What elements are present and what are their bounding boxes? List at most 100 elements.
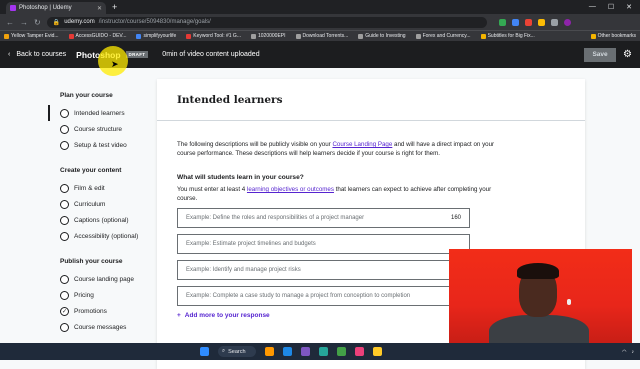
learning-objective-input[interactable]: Example: Complete a case study to manage… [177,286,470,306]
presenter-hair [517,263,559,279]
sidebar-item-label: Promotions [74,307,107,315]
bookmark-favicon-icon [358,33,364,39]
close-window-icon[interactable]: ✕ [626,3,632,11]
sidebar-item[interactable]: ✓ Promotions [48,303,148,319]
sidebar-item[interactable]: Accessibility (optional) [48,228,148,244]
circle-icon [60,322,69,332]
browser-tab-bar: Photoshop | Udemy ✕ + — ☐ ✕ [0,0,640,14]
extension-icon[interactable] [498,18,506,26]
input-placeholder: Example: Identify and manage project ris… [186,267,301,273]
profile-avatar-icon[interactable] [563,18,571,26]
sidebar-item[interactable]: Pricing [48,287,148,303]
learning-objectives-link[interactable]: learning objectives or outcomes [247,186,334,193]
folder-icon [590,33,596,39]
url-input[interactable]: 🔒 udemy.com/instructor/course/5094830/ma… [46,16,487,28]
bookmark-item[interactable]: AccessGUIDO - DEV... [68,33,126,39]
sidebar-item[interactable]: Course messages [48,319,148,335]
taskbar-app-icon[interactable] [282,347,292,356]
extension-icon[interactable] [511,18,519,26]
learning-objective-input[interactable]: Example: Identify and manage project ris… [177,260,470,280]
maximize-icon[interactable]: ☐ [608,3,614,11]
learning-objective-input[interactable]: Example: Estimate project timelines and … [177,234,470,254]
sidebar-item[interactable]: Course landing page [48,271,148,287]
system-tray: ◠ ♪ [622,349,634,355]
sidebar-section: Publish your course Course landing page Pr… [48,258,148,335]
back-to-courses-link[interactable]: ‹ Back to courses [8,51,66,58]
reload-icon[interactable]: ↻ [34,18,41,27]
sidebar-item-label: Curriculum [74,200,106,208]
draft-badge: DRAFT [125,51,149,58]
new-tab-icon[interactable]: + [112,2,117,12]
sidebar-section-title: Create your content [60,167,122,174]
bookmark-item[interactable]: 1020000EPI [250,33,286,39]
sidebar-section-title: Publish your course [60,258,123,265]
learning-objective-input[interactable]: Example: Define the roles and responsibi… [177,208,470,228]
bookmark-item[interactable]: Guide to Investing [358,33,406,39]
sidebar-item[interactable]: Setup & test video [48,137,148,153]
taskbar-app-icon[interactable] [336,347,346,356]
bookmark-item[interactable]: Keyword Tool: #1 G... [186,33,241,39]
forward-arrow-icon[interactable]: → [20,18,28,27]
bookmark-favicon-icon [250,33,256,39]
window-controls: — ☐ ✕ [589,3,640,11]
sidebar-section: Create your content Film & edit Curriculum… [48,167,148,244]
bookmark-item[interactable]: simplifyyourlife [136,33,176,39]
taskbar-search[interactable]: ⌕ Search [218,346,256,357]
extension-icon[interactable] [524,18,532,26]
course-sidebar: Plan your course Intended learners Course … [48,92,148,349]
plus-icon: + [177,312,181,319]
browser-tab[interactable]: Photoshop | Udemy ✕ [6,2,106,14]
earphone-icon [567,299,571,305]
taskbar-app-icon[interactable] [354,347,364,356]
close-tab-icon[interactable]: ✕ [97,5,102,12]
sidebar-item[interactable]: Intended learners [48,105,148,121]
windows-start-icon[interactable] [200,347,209,356]
bookmark-item[interactable]: Yellow Tamper Evid... [4,33,59,39]
question-description: You must enter at least 4 learning objec… [177,186,492,202]
bookmark-favicon-icon [415,33,421,39]
sidebar-item[interactable]: Course structure [48,121,148,137]
taskbar-app-icon[interactable] [318,347,328,356]
extensions-bar [498,18,571,26]
circle-icon [60,215,69,225]
bookmark-item[interactable]: Subtitles for Big Fix... [480,33,535,39]
search-icon: ⌕ [222,348,226,354]
puzzle-icon[interactable] [550,18,558,26]
wifi-icon[interactable]: ◠ [622,349,626,355]
bookmark-favicon-icon [295,33,301,39]
circle-icon [60,199,69,209]
taskbar-app-icon[interactable] [372,347,382,356]
sidebar-section: Plan your course Intended learners Course … [48,92,148,153]
tab-title: Photoshop | Udemy [19,5,72,11]
sidebar-item[interactable]: Curriculum [48,196,148,212]
back-arrow-icon[interactable]: ← [6,18,14,27]
bookmark-favicon-icon [68,33,74,39]
save-button[interactable]: Save [584,47,617,62]
presenter-shirt [489,315,589,343]
input-placeholder: Example: Define the roles and responsibi… [186,215,365,221]
circle-icon [60,140,69,150]
bookmark-item[interactable]: Download Torrents... [295,33,348,39]
sidebar-item-label: Intended learners [74,109,125,117]
gear-icon[interactable]: ⚙ [623,49,632,60]
volume-icon[interactable]: ♪ [632,349,635,355]
bookmark-item[interactable]: Forex and Currency... [415,33,471,39]
circle-icon [60,274,69,284]
taskbar-app-icon[interactable] [300,347,310,356]
sidebar-item-label: Captions (optional) [74,216,129,224]
url-path: /instructor/course/5094830/manage/goals/ [98,19,211,25]
upload-status: 0min of video content uploaded [162,51,260,58]
bookmark-favicon-icon [4,33,9,39]
sidebar-item[interactable]: Captions (optional) [48,212,148,228]
character-count: 160 [450,215,461,221]
minimize-icon[interactable]: — [589,3,596,11]
intro-text: The following descriptions will be publi… [177,141,495,157]
course-landing-page-link[interactable]: Course Landing Page [332,141,392,148]
sidebar-item[interactable]: Film & edit [48,180,148,196]
windows-taskbar: ⌕ Search ◠ ♪ [0,343,640,360]
extension-icon[interactable] [537,18,545,26]
address-bar-row: ← → ↻ 🔒 udemy.com/instructor/course/5094… [0,14,640,30]
sidebar-item-label: Course landing page [74,275,134,283]
taskbar-app-icon[interactable] [264,347,274,356]
other-bookmarks[interactable]: Other bookmarks [590,33,636,39]
